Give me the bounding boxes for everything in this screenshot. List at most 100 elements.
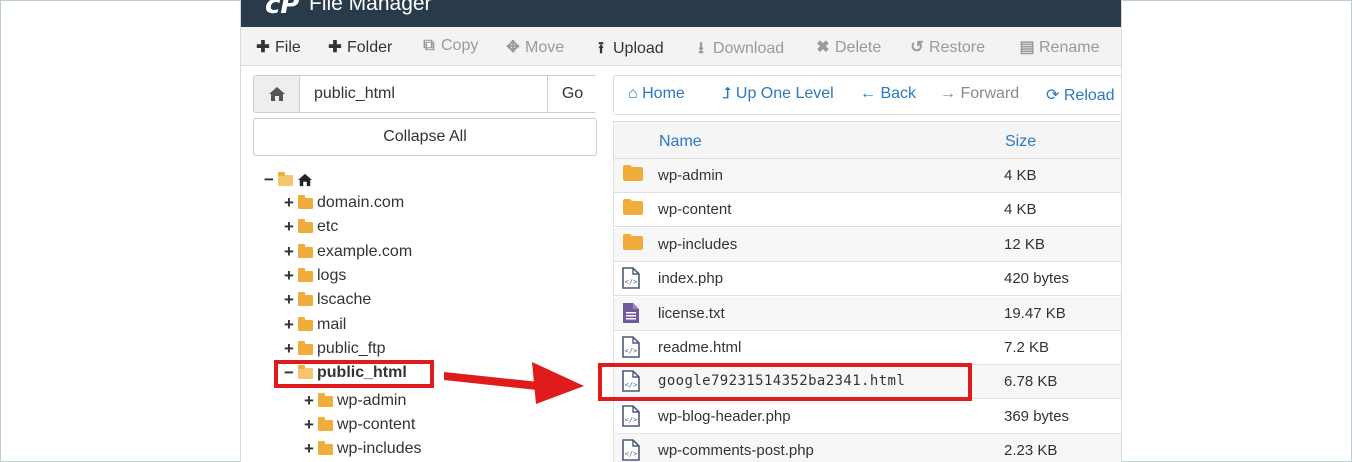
file-size: 12 KB xyxy=(1004,235,1045,253)
file-name: wp-comments-post.php xyxy=(658,442,814,460)
table-header: Name Size xyxy=(613,121,1121,159)
upload-button[interactable]: ⭱ Upload xyxy=(593,37,664,64)
highlight-verification-file xyxy=(598,363,972,401)
download-icon: ⭳ xyxy=(698,40,704,57)
plus-icon: + xyxy=(284,339,294,358)
table-row[interactable]: wp-admin 4 KB xyxy=(613,159,1121,193)
go-button[interactable]: Go xyxy=(547,76,597,112)
tree-item[interactable]: + lscache xyxy=(283,289,371,311)
file-name: wp-content xyxy=(658,201,732,219)
folder-icon xyxy=(622,233,644,256)
forward-button[interactable]: → Forward xyxy=(940,85,1019,103)
home-icon: ⌂ xyxy=(628,85,643,102)
up-one-level-button[interactable]: ⮥ Up One Level xyxy=(722,85,834,103)
folder-icon xyxy=(298,291,313,306)
file-size: 4 KB xyxy=(1004,201,1037,219)
plus-icon: + xyxy=(304,391,314,410)
tree-item[interactable]: + etc xyxy=(283,216,338,238)
plus-icon: + xyxy=(284,193,294,212)
file-size: 19.47 KB xyxy=(1004,304,1066,322)
rename-button[interactable]: ▤ Rename xyxy=(1019,37,1099,57)
folder-icon xyxy=(298,340,313,355)
copy-icon: ⧉ xyxy=(423,37,435,54)
move-icon: ✥ xyxy=(506,39,520,56)
tree-item[interactable]: + mail xyxy=(283,314,346,336)
arrow-left-icon: ← xyxy=(860,85,881,102)
code-file-icon: </> xyxy=(622,267,640,294)
copy-button[interactable]: ⧉ Copy xyxy=(421,37,478,55)
tree-item[interactable]: + logs xyxy=(283,265,346,287)
tree-item[interactable]: + domain.com xyxy=(283,192,404,214)
open-folder-icon xyxy=(278,171,293,186)
svg-text:</>: </> xyxy=(625,347,638,355)
table-row[interactable]: </> wp-blog-header.php 369 bytes xyxy=(613,399,1121,434)
plus-icon: + xyxy=(284,266,294,285)
folder-icon xyxy=(318,392,333,407)
move-button[interactable]: ✥ Move xyxy=(505,37,564,57)
folder-icon xyxy=(622,198,644,221)
tree-item[interactable]: + wp-admin xyxy=(303,390,406,412)
upload-icon: ⭱ xyxy=(598,40,604,57)
folder-icon xyxy=(298,316,313,331)
file-manager-window: cP File Manager ✚ File ✚ Folder ⧉ Copy ✥ Mov… xyxy=(240,0,1122,462)
tree-root[interactable]: − xyxy=(263,169,313,191)
path-input[interactable] xyxy=(300,76,546,112)
tree-item[interactable]: + wp-content xyxy=(303,414,415,436)
plus-icon: + xyxy=(284,290,294,309)
file-name: wp-admin xyxy=(658,167,724,184)
table-row[interactable]: </> index.php 420 bytes xyxy=(613,262,1121,297)
name-column-header[interactable]: Name xyxy=(659,133,702,151)
code-file-icon: </> xyxy=(622,439,640,462)
tree-item[interactable]: + public_ftp xyxy=(283,338,385,360)
toolbar: ✚ File ✚ Folder ⧉ Copy ✥ Move ⭱ Upload ⭳ Downl… xyxy=(241,27,1121,66)
table-row[interactable]: wp-content 4 KB xyxy=(613,193,1121,228)
cpanel-logo: cP xyxy=(265,0,300,20)
table-row[interactable]: </> wp-comments-post.php 2.23 KB xyxy=(613,434,1121,462)
reload-icon: ⟳ xyxy=(1046,87,1064,104)
plus-icon: + xyxy=(284,315,294,334)
code-file-icon: </> xyxy=(622,336,640,363)
folder-icon xyxy=(298,267,313,282)
home-icon[interactable] xyxy=(254,76,300,112)
code-file-icon: </> xyxy=(622,404,640,432)
download-button[interactable]: ⭳ Download xyxy=(693,37,784,64)
file-size: 4 KB xyxy=(1004,167,1037,184)
reload-button[interactable]: ⟳ Reload xyxy=(1046,85,1115,105)
plus-icon: ✚ xyxy=(256,39,270,56)
file-name: license.txt xyxy=(658,304,725,322)
path-bar: Go xyxy=(253,75,597,113)
size-column-header[interactable]: Size xyxy=(1005,133,1036,151)
file-name: readme.html xyxy=(658,339,742,356)
back-button[interactable]: ← Back xyxy=(860,85,916,103)
restore-button[interactable]: ↺ Restore xyxy=(909,37,985,57)
plus-icon: + xyxy=(284,217,294,236)
folder-icon xyxy=(318,440,333,455)
close-icon: ✖ xyxy=(816,39,830,56)
collapse-all-button[interactable]: Collapse All xyxy=(253,118,597,156)
navigation-bar: ⌂ Home ⮥ Up One Level ← Back → Forward ⟳… xyxy=(613,75,1121,115)
title-bar: cP File Manager xyxy=(241,0,1121,27)
tree-item[interactable]: + example.com xyxy=(283,241,412,263)
new-file-button[interactable]: ✚ File xyxy=(255,37,300,57)
text-file-icon xyxy=(622,302,640,329)
up-arrow-icon: ⮥ xyxy=(722,85,736,102)
file-name: index.php xyxy=(658,270,724,288)
folder-icon xyxy=(622,164,644,187)
svg-text:</>: </> xyxy=(625,450,638,458)
arrow-right-icon: → xyxy=(940,85,961,102)
table-row[interactable]: wp-includes 12 KB xyxy=(613,227,1121,262)
app-title: File Manager xyxy=(309,0,432,15)
folder-icon xyxy=(318,416,333,431)
tree-item[interactable]: + wp-includes xyxy=(303,438,421,460)
delete-button[interactable]: ✖ Delete xyxy=(815,37,881,57)
file-name: wp-includes xyxy=(658,235,738,253)
file-size: 6.78 KB xyxy=(1004,373,1058,391)
svg-text:</>: </> xyxy=(625,278,638,286)
folder-icon xyxy=(298,194,313,209)
highlight-public-html xyxy=(274,360,434,388)
table-row[interactable]: license.txt 19.47 KB xyxy=(613,296,1121,331)
new-folder-button[interactable]: ✚ Folder xyxy=(327,37,392,57)
table-row[interactable]: </> readme.html 7.2 KB xyxy=(613,331,1121,365)
file-icon: ▤ xyxy=(1019,39,1035,56)
home-nav-button[interactable]: ⌂ Home xyxy=(628,85,685,103)
